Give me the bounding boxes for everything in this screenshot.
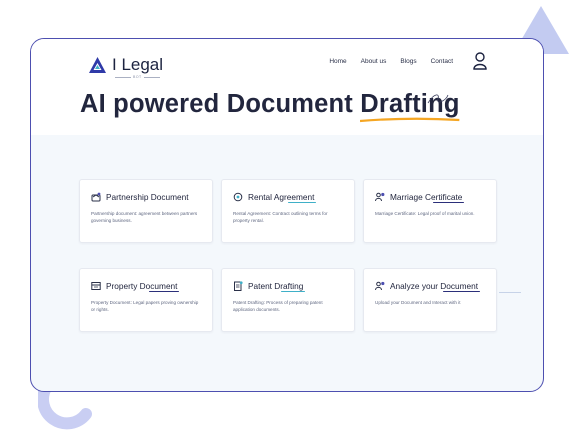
card-title-row: Rental Agreement [233,192,344,203]
card-description: Marriage Certificate: Legal proof of mar… [375,211,475,216]
nav-blogs[interactable]: Blogs [400,58,416,65]
document-card-grid: Partnership Document Partnership documen… [79,179,499,332]
card-analyze-document[interactable]: Analyze your Document Upload your Docume… [363,268,497,332]
logo[interactable]: I Legal BOT [89,55,163,81]
card-marriage-certificate[interactable]: Marriage Certificate Marriage Certificat… [363,179,497,243]
card-partnership-document[interactable]: Partnership Document Partnership documen… [79,179,213,243]
card-rental-agreement[interactable]: Rental Agreement Rental Agreement: Contr… [221,179,355,243]
card-title-row: Marriage Certificate [375,192,486,203]
main-nav: Home About us Blogs Contact [329,58,453,65]
card-description: Patent Drafting: Process of preparing pa… [233,300,323,312]
nav-contact[interactable]: Contact [431,58,453,65]
card-title-row: Partnership Document [91,192,202,202]
card-title: Rental Agreement [248,192,317,203]
property-doc-icon [91,282,101,290]
card-description: Property Document: Legal papers proving … [91,300,199,312]
card-property-document[interactable]: Property Document Property Document: Leg… [79,268,213,332]
couple-icon [375,192,385,202]
analyze-user-icon [375,281,385,291]
handshake-icon [91,192,101,202]
nav-home[interactable]: Home [329,58,346,65]
card-patent-drafting[interactable]: Patent Drafting Patent Drafting: Process… [221,268,355,332]
header: I Legal BOT Home About us Blogs Contact … [31,39,543,135]
card-description: Partnership document: agreement between … [91,211,198,223]
card-title: Marriage Certificate [390,192,465,203]
logo-triangle-icon [89,57,106,73]
patent-doc-icon [234,281,243,291]
user-icon[interactable] [473,52,487,70]
divider [499,292,521,293]
card-title-row: Analyze your Document [375,281,486,292]
page-title-prefix: AI powered Document [80,90,361,118]
card-title-row: Property Document [91,281,202,292]
home-key-icon [233,192,243,202]
card-title-row: Patent Drafting [233,281,344,292]
card-title: Partnership Document [106,192,189,202]
card-description: Upload your Document and Interact with i… [375,300,461,305]
brand-tagline: BOT [113,75,162,79]
card-title: Property Document [106,281,180,292]
card-description: Rental Agreement: Contract outlining ter… [233,211,328,223]
page-title: AI powered Document Drafting [80,90,460,123]
app-window: I Legal BOT Home About us Blogs Contact … [30,38,544,392]
highlight-underline [360,117,460,123]
brand-name: I Legal [112,55,164,74]
squiggle-decoration-icon [427,94,449,104]
nav-about-us[interactable]: About us [361,58,387,65]
card-title: Analyze your Document [390,281,481,292]
card-title: Patent Drafting [248,281,306,292]
